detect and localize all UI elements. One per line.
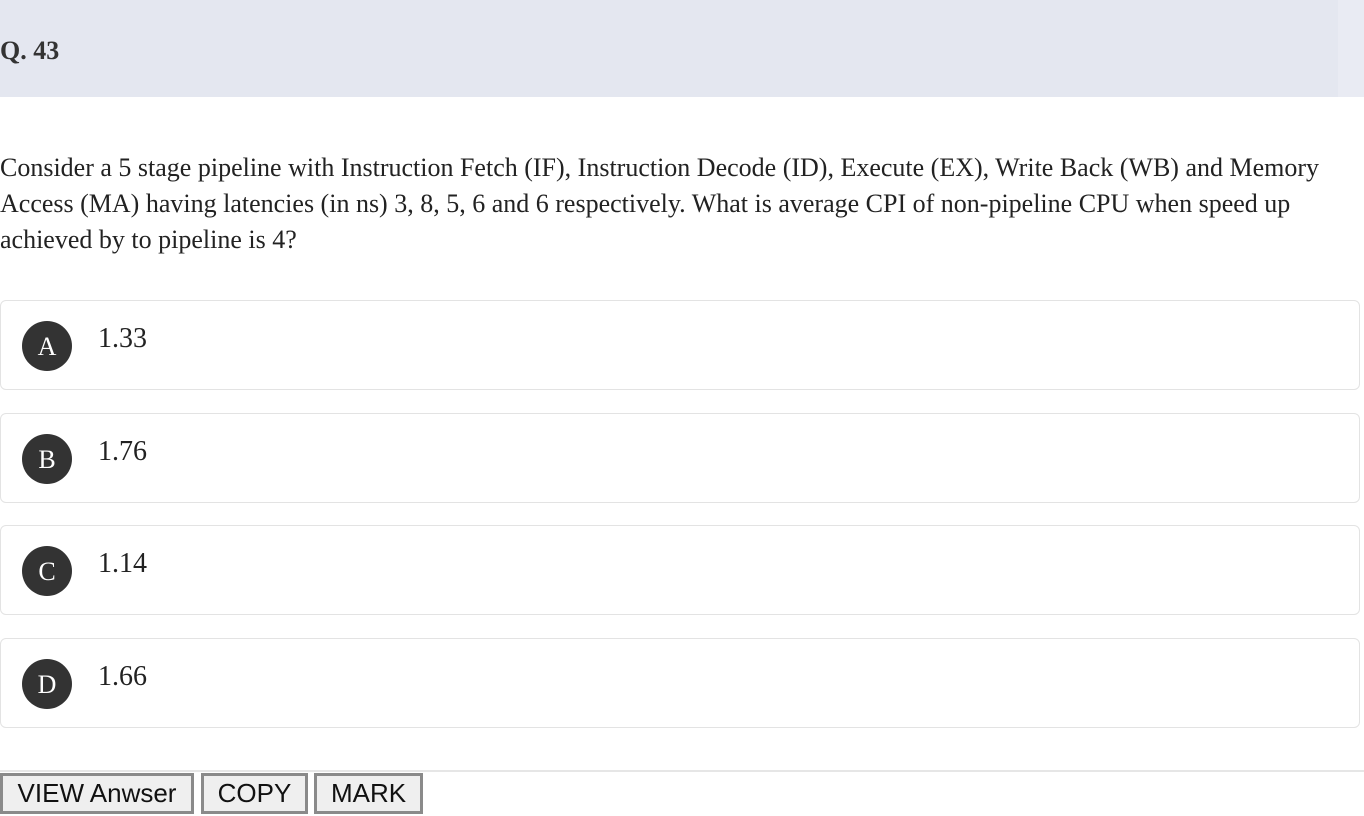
question-number: Q. 43 [0,36,60,65]
question-text: Consider a 5 stage pipeline with Instruc… [0,153,1320,254]
option-a-text: 1.33 [98,323,147,354]
option-b[interactable]: B 1.76 [0,413,1360,503]
option-b-text: 1.76 [98,436,147,467]
view-answer-button[interactable]: VIEW Anwser [0,773,194,814]
option-d-text: 1.66 [98,661,147,692]
option-c-text: 1.14 [98,548,147,579]
option-c[interactable]: C 1.14 [0,525,1360,615]
header-edge [1338,0,1364,97]
option-b-badge: B [22,434,72,484]
option-d[interactable]: D 1.66 [0,638,1360,728]
option-a-badge: A [22,321,72,371]
actions-divider [0,770,1364,772]
option-c-badge: C [22,546,72,596]
option-d-badge: D [22,659,72,709]
mark-button[interactable]: MARK [314,773,423,814]
question-header [0,0,1338,97]
copy-button[interactable]: COPY [201,773,308,814]
option-a[interactable]: A 1.33 [0,300,1360,390]
